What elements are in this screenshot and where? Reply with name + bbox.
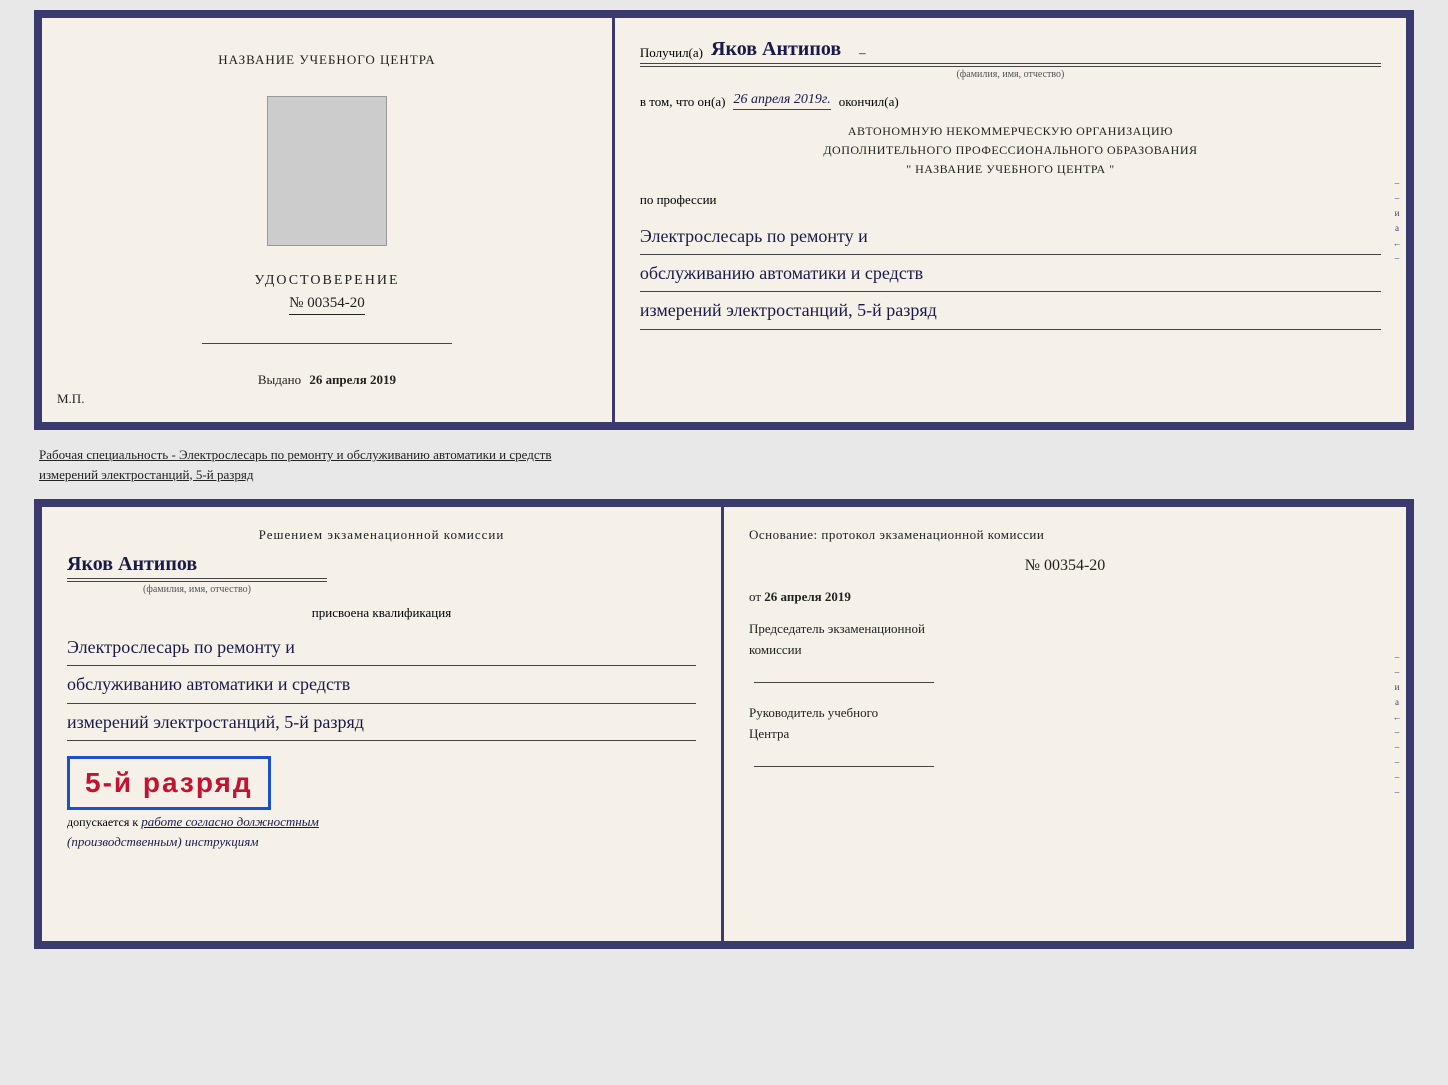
vtom-block: в том, что он(а) 26 апреля 2019г. окончи… bbox=[640, 92, 1381, 110]
recipient-name: Яков Антипов bbox=[711, 38, 841, 61]
vtom-label: в том, что он(а) bbox=[640, 94, 726, 110]
org-line3: " НАЗВАНИЕ УЧЕБНОГО ЦЕНТРА " bbox=[640, 160, 1381, 179]
poluchil-block: Получил(а) Яков Антипов – (фамилия, имя,… bbox=[640, 38, 1381, 80]
org-line2: ДОПОЛНИТЕЛЬНОГО ПРОФЕССИОНАЛЬНОГО ОБРАЗО… bbox=[640, 141, 1381, 160]
grade-text: 5-й разряд bbox=[85, 767, 253, 799]
org-block: АВТОНОМНУЮ НЕКОММЕРЧЕСКУЮ ОРГАНИЗАЦИЮ ДО… bbox=[640, 122, 1381, 180]
divider-line1: Рабочая специальность - Электрослесарь п… bbox=[39, 445, 1414, 465]
vtom-date: 26 апреля 2019г. bbox=[733, 92, 830, 110]
udost-title: УДОСТОВЕРЕНИЕ bbox=[254, 273, 399, 289]
profession-line1: Электрослесарь по ремонту и bbox=[640, 220, 1381, 255]
poluchil-label: Получил(а) bbox=[640, 45, 703, 61]
fio-sublabel-top: (фамилия, имя, отчество) bbox=[640, 66, 1381, 80]
bottom-qual-line3: измерений электростанций, 5-й разряд bbox=[67, 706, 696, 741]
rukovoditel-block: Руководитель учебного Центра bbox=[749, 703, 1381, 773]
prisvoena-label: присвоена квалификация bbox=[67, 605, 696, 621]
bottom-name-block: Яков Антипов (фамилия, имя, отчество) bbox=[67, 553, 696, 595]
grade-block: 5-й разряд допускается к работе согласно… bbox=[67, 751, 696, 850]
bottom-doc-right-panel: Основание: протокол экзаменационной коми… bbox=[724, 507, 1406, 941]
po-professii-label: по профессии bbox=[640, 192, 1381, 208]
divider-line2: измерений электростанций, 5-й разряд bbox=[39, 465, 1414, 485]
vydano-line: Выдано 26 апреля 2019 bbox=[258, 372, 396, 388]
photo-placeholder bbox=[267, 96, 387, 246]
number-label: № bbox=[1025, 557, 1040, 574]
document-container: НАЗВАНИЕ УЧЕБНОГО ЦЕНТРА УДОСТОВЕРЕНИЕ №… bbox=[34, 10, 1414, 949]
bottom-qual-line2: обслуживанию автоматики и средств bbox=[67, 668, 696, 703]
udost-number: № 00354-20 bbox=[289, 295, 365, 315]
commission-title: Решением экзаменационной комиссии bbox=[67, 527, 696, 543]
ot-date: 26 апреля 2019 bbox=[764, 589, 851, 604]
bottom-document: Решением экзаменационной комиссии Яков А… bbox=[34, 499, 1414, 949]
predsedatel-label: Председатель экзаменационной bbox=[749, 619, 1381, 640]
protocol-number-block: № 00354-20 bbox=[749, 557, 1381, 575]
dopuskaetsya-value2: (производственным) инструкциям bbox=[67, 834, 259, 849]
grade-box: 5-й разряд bbox=[67, 756, 271, 810]
divider-text: Рабочая специальность - Электрослесарь п… bbox=[34, 440, 1414, 489]
profession-line2: обслуживанию автоматики и средств bbox=[640, 257, 1381, 292]
protocol-date-block: от 26 апреля 2019 bbox=[749, 589, 1381, 605]
predsedatel-sig-line bbox=[754, 682, 934, 683]
bottom-side-marks: – – и а ← – – – – – bbox=[1388, 507, 1406, 941]
okonchil-label: окончил(а) bbox=[839, 94, 899, 110]
bottom-name: Яков Антипов bbox=[67, 553, 197, 576]
dopuskaetsya-block: допускается к работе согласно должностны… bbox=[67, 814, 696, 830]
bottom-qual-line1: Электрослесарь по ремонту и bbox=[67, 631, 696, 666]
number-value: 00354-20 bbox=[1044, 557, 1105, 574]
bottom-doc-left-panel: Решением экзаменационной комиссии Яков А… bbox=[42, 507, 724, 941]
mp-label: М.П. bbox=[57, 391, 84, 407]
dopuskaetsya-label: допускается к bbox=[67, 815, 138, 829]
top-document: НАЗВАНИЕ УЧЕБНОГО ЦЕНТРА УДОСТОВЕРЕНИЕ №… bbox=[34, 10, 1414, 430]
top-doc-right-panel: Получил(а) Яков Антипов – (фамилия, имя,… bbox=[615, 18, 1406, 422]
ot-label: от bbox=[749, 589, 761, 604]
top-doc-left-panel: НАЗВАНИЕ УЧЕБНОГО ЦЕНТРА УДОСТОВЕРЕНИЕ №… bbox=[42, 18, 615, 422]
profession-line3: измерений электростанций, 5-й разряд bbox=[640, 294, 1381, 329]
top-left-title: НАЗВАНИЕ УЧЕБНОГО ЦЕНТРА bbox=[218, 52, 435, 68]
dopuskaetsya-value: работе согласно должностным bbox=[141, 814, 319, 829]
side-marks-right: – – и а ← – bbox=[1388, 18, 1406, 422]
predsedatel-label2: комиссии bbox=[749, 640, 1381, 661]
predsedatel-block: Председатель экзаменационной комиссии bbox=[749, 619, 1381, 689]
rukovoditel-label: Руководитель учебного bbox=[749, 703, 1381, 724]
osnovanie-label: Основание: протокол экзаменационной коми… bbox=[749, 527, 1381, 543]
org-line1: АВТОНОМНУЮ НЕКОММЕРЧЕСКУЮ ОРГАНИЗАЦИЮ bbox=[640, 122, 1381, 141]
rukovoditel-label2: Центра bbox=[749, 724, 1381, 745]
bottom-fio-sublabel: (фамилия, имя, отчество) bbox=[67, 581, 327, 595]
bottom-qual-block: Электрослесарь по ремонту и обслуживанию… bbox=[67, 631, 696, 741]
rukovoditel-sig-line bbox=[754, 766, 934, 767]
profession-block: Электрослесарь по ремонту и обслуживанию… bbox=[640, 220, 1381, 330]
vydano-date: 26 апреля 2019 bbox=[309, 372, 396, 387]
